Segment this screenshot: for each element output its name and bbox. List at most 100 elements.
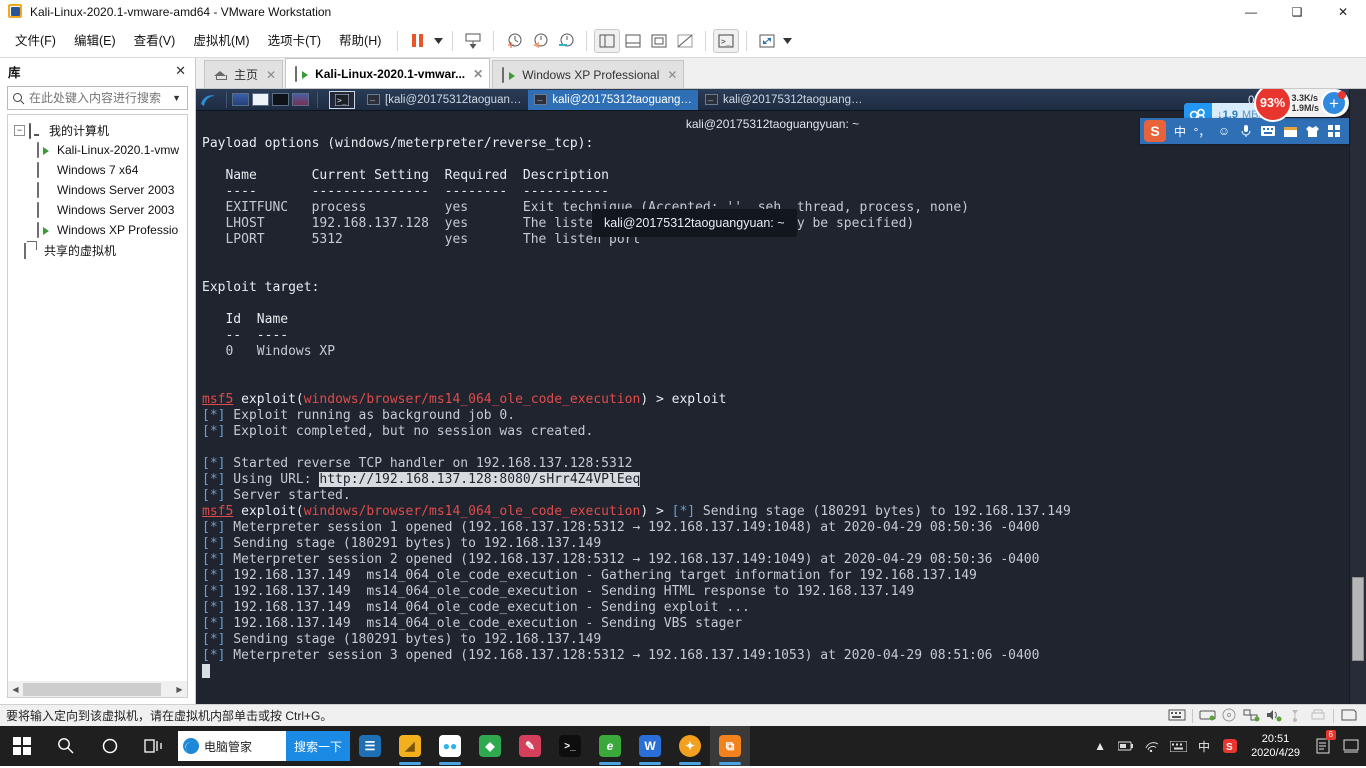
app-diamond[interactable]: ◆ bbox=[470, 726, 510, 766]
minimize-button[interactable]: — bbox=[1228, 0, 1274, 24]
menu-help[interactable]: 帮助(H) bbox=[330, 29, 390, 53]
chevron-down-icon-search[interactable]: ▼ bbox=[170, 93, 183, 103]
library-close-icon[interactable]: ✕ bbox=[172, 63, 189, 79]
tab-kali[interactable]: Kali-Linux-2020.1-vmwar... ✕ bbox=[285, 58, 491, 88]
menu-file[interactable]: 文件(F) bbox=[6, 29, 65, 53]
menu-view[interactable]: 查看(V) bbox=[125, 29, 185, 53]
ime-punctuation[interactable]: °， bbox=[1192, 121, 1212, 141]
guest-screen[interactable]: >_ [kali@20175312taoguan… kali@20175312t… bbox=[196, 89, 1366, 704]
kali-dragon-icon[interactable] bbox=[199, 91, 217, 109]
library-horizontal-scrollbar[interactable]: ◀ ▶ bbox=[7, 681, 188, 698]
kali-task-2[interactable]: kali@20175312taoguang… bbox=[528, 89, 698, 110]
skin-icon[interactable] bbox=[1302, 121, 1322, 141]
keyboard-icon[interactable] bbox=[1165, 726, 1191, 766]
keyboard-icon[interactable] bbox=[1258, 121, 1278, 141]
app-browser[interactable]: e bbox=[590, 726, 630, 766]
calendar-icon[interactable] bbox=[1280, 121, 1300, 141]
ime-toolbar[interactable]: S 中 °， ☺ bbox=[1140, 118, 1349, 144]
tab-home[interactable]: 主页 ✕ bbox=[204, 60, 284, 88]
chevron-down-icon[interactable] bbox=[431, 29, 445, 53]
floppy-icon[interactable] bbox=[1340, 708, 1358, 724]
chevron-down-icon-2[interactable] bbox=[780, 29, 794, 53]
search-button[interactable]: 搜索一下 bbox=[285, 731, 350, 761]
terminal-window-icon[interactable]: >_ bbox=[329, 90, 355, 109]
keyboard-icon[interactable] bbox=[1168, 708, 1186, 724]
maximize-button[interactable]: ❑ bbox=[1274, 0, 1320, 24]
add-button[interactable]: + bbox=[1321, 90, 1347, 116]
toolbox-icon[interactable] bbox=[1324, 121, 1344, 141]
task-view-icon[interactable] bbox=[132, 726, 176, 766]
battery-icon[interactable] bbox=[1113, 726, 1139, 766]
show-desktop-icon[interactable] bbox=[232, 93, 249, 106]
library-search-input[interactable] bbox=[29, 91, 171, 105]
start-icon[interactable] bbox=[0, 726, 44, 766]
cd-dvd-icon[interactable] bbox=[1221, 708, 1239, 724]
network-icon[interactable] bbox=[1243, 708, 1261, 724]
console-view-icon[interactable]: >_ bbox=[713, 28, 740, 53]
menu-tabs[interactable]: 选项卡(T) bbox=[259, 29, 330, 53]
take-snapshot-icon[interactable] bbox=[501, 29, 527, 53]
guest-scroll-thumb[interactable] bbox=[1352, 577, 1364, 661]
sogou-logo-icon[interactable]: S bbox=[1144, 120, 1166, 142]
fullscreen-icon[interactable] bbox=[646, 29, 672, 53]
search-box[interactable]: 电脑管家 搜索一下 bbox=[178, 731, 350, 761]
scroll-track[interactable] bbox=[23, 682, 172, 696]
menu-vm[interactable]: 虚拟机(M) bbox=[184, 29, 258, 53]
app-vmware[interactable]: ⧉ bbox=[710, 726, 750, 766]
tab-close-icon[interactable]: ✕ bbox=[473, 67, 483, 81]
search-icon[interactable] bbox=[44, 726, 88, 766]
close-button[interactable]: ✕ bbox=[1320, 0, 1366, 24]
terminal-icon[interactable] bbox=[272, 93, 289, 106]
stretch-icon[interactable] bbox=[754, 29, 780, 53]
cortana-icon[interactable] bbox=[88, 726, 132, 766]
app-paint[interactable]: ✎ bbox=[510, 726, 550, 766]
tree-shared-vms[interactable]: 共享的虚拟机 bbox=[8, 240, 187, 260]
library-search[interactable]: ▼ bbox=[7, 86, 188, 110]
show-thumbnails-icon[interactable] bbox=[620, 29, 646, 53]
ime-mode-chinese[interactable]: 中 bbox=[1170, 121, 1190, 141]
tree-root-my-computer[interactable]: − 我的计算机 bbox=[8, 120, 187, 140]
tab-winxp[interactable]: Windows XP Professional ✕ bbox=[492, 60, 685, 88]
expander-icon[interactable]: − bbox=[14, 124, 25, 136]
chevron-up-icon[interactable]: ▲ bbox=[1087, 726, 1113, 766]
ime-cn-icon[interactable]: 中 bbox=[1191, 726, 1217, 766]
app-360[interactable]: ●● bbox=[430, 726, 470, 766]
web-browser-icon[interactable] bbox=[292, 93, 309, 106]
tab-close-icon[interactable]: ✕ bbox=[266, 68, 276, 82]
kali-task-3[interactable]: kali@20175312taoguang… bbox=[699, 90, 869, 110]
menu-edit[interactable]: 编辑(E) bbox=[65, 29, 125, 53]
printer-icon[interactable] bbox=[1309, 708, 1327, 724]
file-manager-icon[interactable] bbox=[252, 93, 269, 106]
vm-item-winxp[interactable]: Windows XP Professio bbox=[8, 220, 187, 240]
unity-icon[interactable] bbox=[672, 29, 698, 53]
speed-widget[interactable]: 93% ▲ ▼ 3.3K/s 1.9M/s + bbox=[1253, 89, 1349, 122]
notification-icon[interactable]: 6 bbox=[1308, 726, 1338, 766]
ime-emoji-icon[interactable]: ☺ bbox=[1214, 121, 1234, 141]
vm-item-server2003-a[interactable]: Windows Server 2003 bbox=[8, 180, 187, 200]
app-file-explorer[interactable]: ◢ bbox=[390, 726, 430, 766]
app-guard[interactable]: ✦ bbox=[670, 726, 710, 766]
vm-item-kali[interactable]: Kali-Linux-2020.1-vmw bbox=[8, 140, 187, 160]
manage-snapshots-icon[interactable] bbox=[553, 29, 579, 53]
mic-icon[interactable] bbox=[1236, 121, 1256, 141]
sound-icon[interactable] bbox=[1265, 708, 1283, 724]
kali-task-1[interactable]: [kali@20175312taoguan… bbox=[361, 90, 527, 110]
guest-scrollbar[interactable] bbox=[1349, 89, 1366, 704]
usb-icon[interactable] bbox=[1287, 708, 1305, 724]
hard-disk-icon[interactable] bbox=[1199, 708, 1217, 724]
revert-snapshot-icon[interactable] bbox=[527, 29, 553, 53]
scroll-left-icon[interactable]: ◀ bbox=[8, 685, 23, 694]
send-ctrl-alt-del-icon[interactable] bbox=[460, 29, 486, 53]
tab-close-icon[interactable]: ✕ bbox=[667, 68, 677, 82]
scroll-right-icon[interactable]: ▶ bbox=[172, 685, 187, 694]
vm-item-server2003-b[interactable]: Windows Server 2003 bbox=[8, 200, 187, 220]
app-cmd[interactable]: >_ bbox=[550, 726, 590, 766]
show-library-icon[interactable] bbox=[594, 28, 621, 53]
scroll-thumb[interactable] bbox=[23, 682, 161, 696]
app-news[interactable]: ☰ bbox=[350, 726, 390, 766]
taskbar-clock[interactable]: 20:51 2020/4/29 bbox=[1243, 732, 1308, 760]
show-desktop-icon[interactable] bbox=[1338, 726, 1364, 766]
vm-item-win7[interactable]: Windows 7 x64 bbox=[8, 160, 187, 180]
pause-icon[interactable] bbox=[405, 29, 431, 53]
wifi-icon[interactable] bbox=[1139, 726, 1165, 766]
